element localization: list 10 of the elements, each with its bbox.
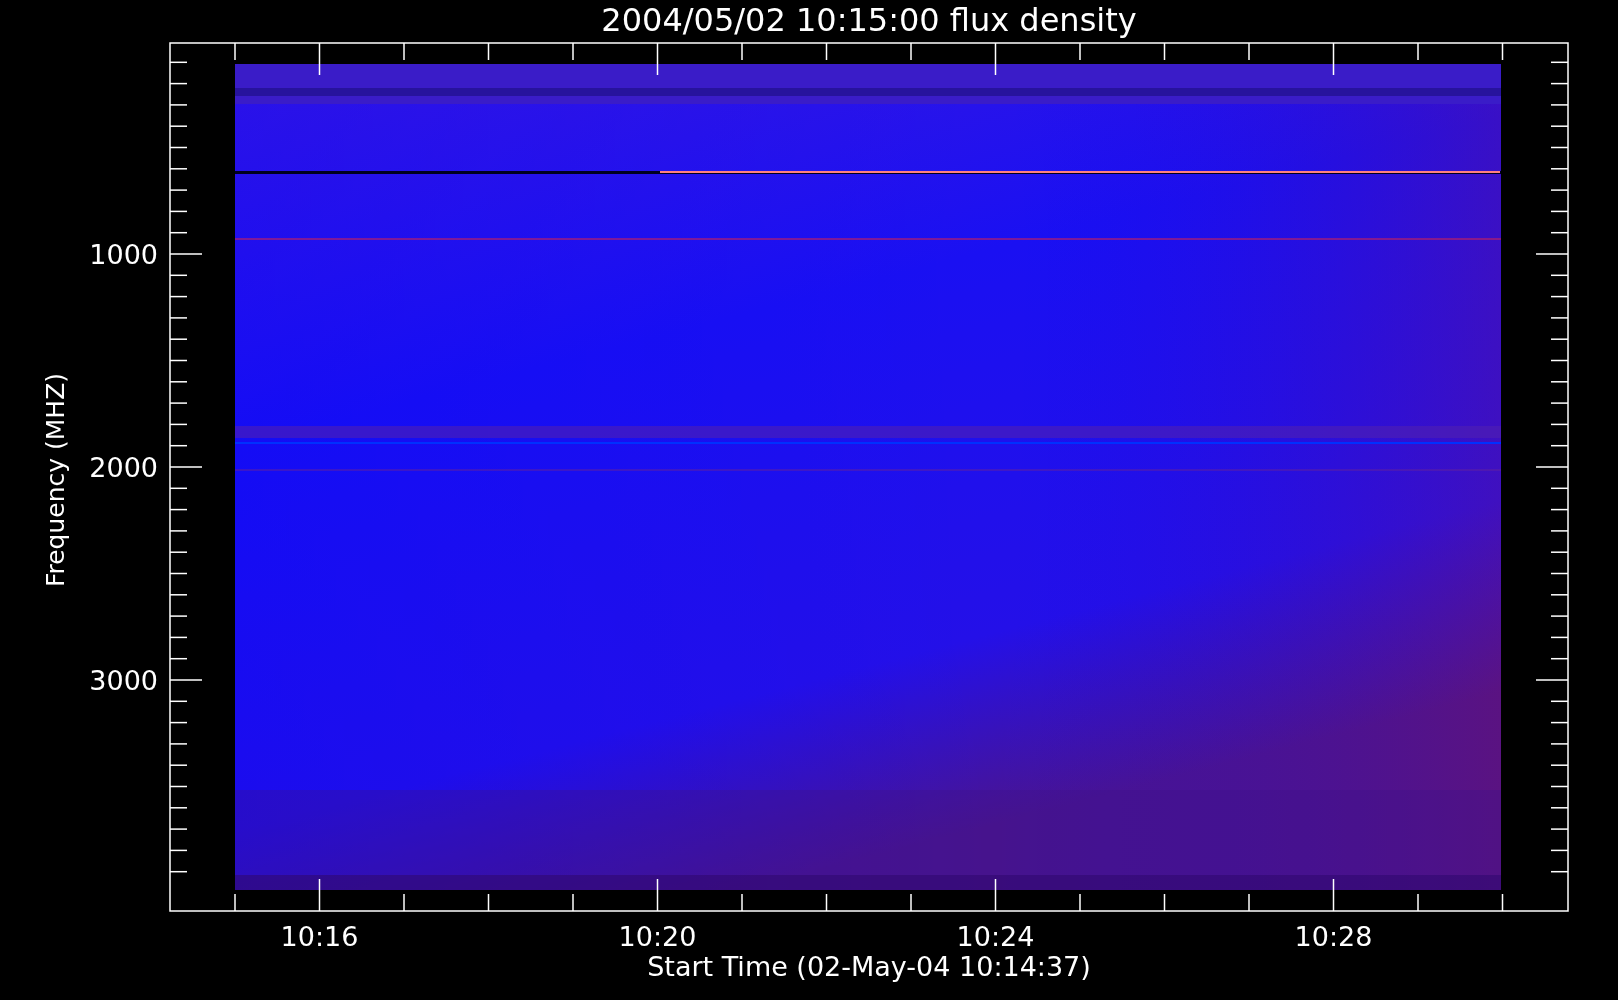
y-tick-label: 3000: [89, 665, 158, 696]
plot-title: 2004/05/02 10:15:00 flux density: [601, 1, 1137, 39]
x-tick-label: 10:20: [618, 921, 697, 952]
y-tick-label: 2000: [89, 452, 158, 483]
x-tick-label: 10:24: [956, 921, 1035, 952]
x-axis-title: Start Time (02-May-04 10:14:37): [647, 951, 1091, 982]
y-tick-label: 1000: [89, 239, 158, 270]
x-tick-label: 10:16: [280, 921, 359, 952]
y-axis-title: Frequency (MHZ): [41, 372, 70, 588]
x-tick-label: 10:28: [1294, 921, 1373, 952]
